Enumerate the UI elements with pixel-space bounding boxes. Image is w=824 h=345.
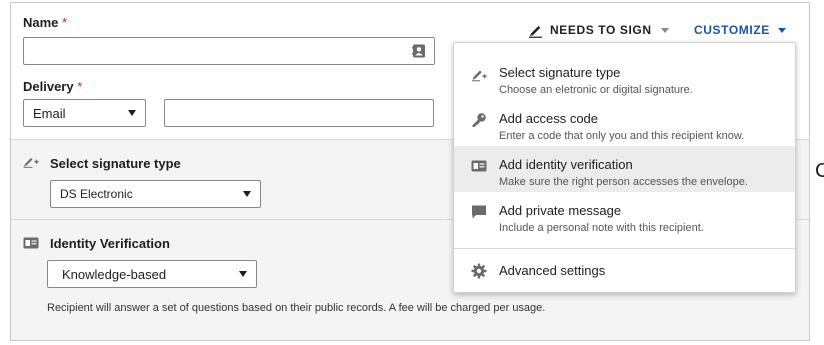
message-icon — [472, 205, 486, 219]
gear-icon — [471, 263, 487, 279]
needs-to-sign-menu[interactable]: NEEDS TO SIGN — [528, 21, 669, 39]
menu-item-title: Advanced settings — [499, 263, 606, 278]
menu-item-add-private-message[interactable]: Add private message Include a personal n… — [454, 192, 795, 238]
identity-method-value: Knowledge-based — [62, 267, 167, 282]
delivery-method-select[interactable]: Email — [23, 99, 146, 127]
name-label: Name * — [23, 15, 67, 30]
signature-icon — [472, 70, 487, 82]
menu-item-add-identity-verification[interactable]: Add identity verification Make sure the … — [454, 146, 795, 192]
needs-to-sign-label: NEEDS TO SIGN — [550, 23, 652, 37]
signature-type-value: DS Electronic — [60, 187, 133, 201]
delivery-address-input[interactable] — [164, 99, 434, 127]
caret-down-icon — [128, 110, 136, 116]
menu-item-title: Add access code — [499, 111, 599, 126]
menu-item-title: Add identity verification — [499, 157, 633, 172]
delivery-method-value: Email — [33, 106, 66, 121]
menu-item-select-signature-type[interactable]: Select signature type Choose an eletroni… — [454, 54, 795, 100]
customize-dropdown-menu: Select signature type Choose an eletroni… — [453, 42, 796, 293]
menu-item-description: Choose an eletronic or digital signature… — [499, 84, 693, 96]
menu-item-description: Make sure the right person accesses the … — [499, 176, 748, 188]
customize-button[interactable]: CUSTOMIZE — [694, 21, 786, 39]
caret-down-icon — [243, 191, 251, 197]
menu-item-title: Select signature type — [499, 65, 621, 80]
clipped-edge-text: C — [815, 160, 824, 182]
contacts-icon[interactable] — [412, 44, 426, 58]
signature-section-title: Select signature type — [50, 156, 181, 171]
identity-method-select[interactable]: Knowledge-based — [47, 260, 257, 288]
name-input[interactable] — [23, 37, 435, 65]
menu-item-advanced-settings[interactable]: Advanced settings — [454, 249, 795, 293]
chevron-down-icon — [777, 27, 786, 33]
menu-item-description: Include a personal note with this recipi… — [499, 222, 704, 234]
customize-label: CUSTOMIZE — [694, 23, 770, 37]
id-card-icon — [23, 237, 39, 249]
id-card-icon — [471, 160, 487, 172]
identity-section-title: Identity Verification — [50, 236, 170, 251]
delivery-label-text: Delivery — [23, 79, 74, 94]
menu-item-add-access-code[interactable]: Add access code Enter a code that only y… — [454, 100, 795, 146]
chevron-down-icon — [660, 27, 669, 33]
menu-item-description: Enter a code that only you and this reci… — [499, 130, 745, 142]
signature-add-icon — [23, 158, 39, 168]
delivery-required-mark: * — [77, 79, 83, 94]
delivery-label: Delivery * — [23, 79, 82, 94]
menu-item-title: Add private message — [499, 203, 622, 218]
pen-icon — [529, 25, 542, 38]
key-icon — [472, 113, 486, 127]
name-required-mark: * — [62, 15, 68, 30]
caret-down-icon — [239, 271, 247, 277]
signature-type-select[interactable]: DS Electronic — [50, 180, 261, 208]
name-label-text: Name — [23, 15, 59, 30]
identity-fee-note: Recipient will answer a set of questions… — [47, 302, 546, 314]
